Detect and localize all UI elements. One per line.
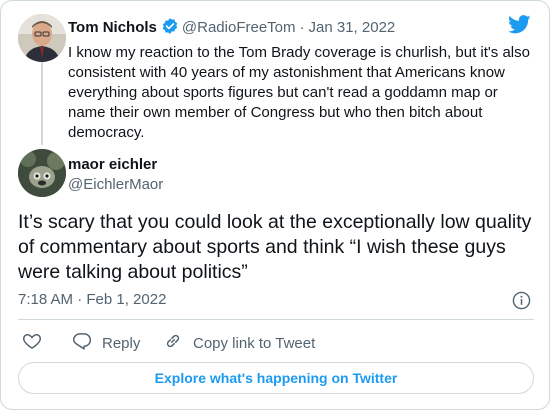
twitter-bird-icon[interactable] bbox=[508, 15, 531, 39]
copy-link-button[interactable]: Copy link to Tweet bbox=[163, 331, 315, 356]
author-display-name[interactable]: maor eichler bbox=[68, 156, 157, 173]
heart-icon bbox=[22, 331, 42, 356]
parent-avatar[interactable] bbox=[18, 14, 66, 62]
link-icon bbox=[163, 331, 183, 356]
info-icon[interactable] bbox=[512, 291, 531, 315]
parent-tweet-text: I know my reaction to the Tom Brady cove… bbox=[68, 44, 530, 141]
author-handle[interactable]: @EichlerMaor bbox=[68, 176, 163, 193]
parent-date[interactable]: Jan 31, 2022 bbox=[309, 19, 396, 36]
copy-link-label: Copy link to Tweet bbox=[193, 335, 316, 352]
reply-label: Reply bbox=[102, 335, 141, 352]
verified-badge-icon bbox=[161, 17, 179, 40]
thread-connector-line bbox=[41, 62, 43, 145]
author-avatar[interactable] bbox=[18, 149, 66, 197]
reply-button[interactable]: Reply bbox=[72, 331, 140, 356]
separator-dot: · bbox=[299, 19, 305, 36]
tweet-text: It’s scary that you could look at the ex… bbox=[18, 211, 532, 283]
parent-display-name[interactable]: Tom Nichols bbox=[68, 19, 157, 36]
tweet-actions: Reply Copy link to Tweet bbox=[18, 331, 538, 353]
tweet-embed-card: Tom Nichols @RadioFreeTom · Jan 31, 2022 I … bbox=[0, 0, 550, 410]
explore-button[interactable]: Explore what's happening on Twitter bbox=[18, 362, 534, 394]
tweet-timestamp[interactable]: 7:18 AM · Feb 1, 2022 bbox=[18, 291, 166, 308]
reply-icon bbox=[72, 331, 92, 356]
like-button[interactable] bbox=[22, 331, 42, 356]
parent-handle[interactable]: @RadioFreeTom bbox=[182, 19, 296, 36]
divider bbox=[18, 319, 534, 320]
tweet-author[interactable]: maor eichler @EichlerMaor bbox=[18, 149, 538, 201]
parent-header: Tom Nichols @RadioFreeTom · Jan 31, 2022 bbox=[68, 17, 395, 40]
